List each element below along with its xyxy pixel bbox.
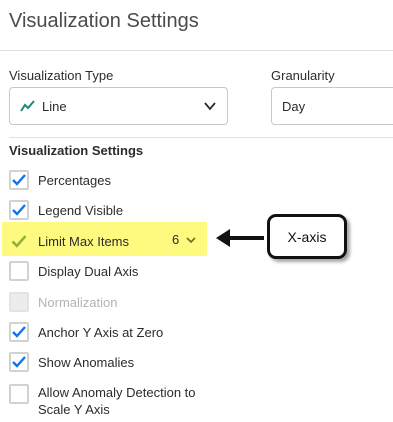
limit-max-items-label: Limit Max Items bbox=[38, 233, 130, 249]
allow-anomaly-option[interactable]: Allow Anomaly Detection to Scale Y Axis bbox=[9, 384, 196, 418]
normalization-option: Normalization bbox=[9, 292, 117, 312]
allow-anomaly-label-line2: Scale Y Axis bbox=[38, 402, 110, 417]
display-dual-axis-option[interactable]: Display Dual Axis bbox=[9, 261, 138, 281]
checkmark-icon bbox=[12, 174, 26, 186]
section-divider bbox=[9, 137, 393, 138]
checkmark-icon bbox=[11, 234, 27, 248]
show-anomalies-label: Show Anomalies bbox=[38, 354, 135, 370]
percentages-checkbox[interactable] bbox=[9, 170, 29, 190]
allow-anomaly-label-line1: Allow Anomaly Detection to bbox=[38, 385, 196, 400]
anchor-y-axis-checkbox[interactable] bbox=[9, 322, 29, 342]
chevron-down-icon bbox=[186, 236, 196, 243]
visualization-type-label: Visualization Type bbox=[9, 68, 114, 83]
chevron-down-icon bbox=[204, 102, 216, 111]
limit-max-items-option[interactable]: Limit Max Items bbox=[9, 231, 129, 251]
max-items-stepper[interactable]: 6 bbox=[172, 232, 197, 247]
show-anomalies-option[interactable]: Show Anomalies bbox=[9, 352, 134, 372]
checkmark-icon bbox=[12, 326, 26, 338]
title-divider bbox=[0, 50, 393, 51]
display-dual-axis-checkbox[interactable] bbox=[9, 261, 29, 281]
percentages-option[interactable]: Percentages bbox=[9, 170, 111, 190]
anchor-y-axis-label: Anchor Y Axis at Zero bbox=[38, 324, 164, 340]
max-items-value: 6 bbox=[172, 232, 180, 247]
allow-anomaly-checkbox[interactable] bbox=[9, 384, 29, 404]
checkmark-icon bbox=[12, 356, 26, 368]
allow-anomaly-label: Allow Anomaly Detection to Scale Y Axis bbox=[38, 384, 196, 418]
anchor-y-axis-option[interactable]: Anchor Y Axis at Zero bbox=[9, 322, 163, 342]
granularity-value: Day bbox=[282, 98, 306, 114]
normalization-label: Normalization bbox=[38, 294, 118, 310]
display-dual-axis-label: Display Dual Axis bbox=[38, 263, 139, 279]
annotation-arrow-icon bbox=[216, 229, 264, 247]
visualization-type-value: Line bbox=[42, 98, 67, 114]
granularity-select[interactable]: Day bbox=[271, 87, 393, 125]
percentages-label: Percentages bbox=[38, 172, 111, 188]
normalization-checkbox bbox=[9, 292, 29, 312]
annotation-callout: X-axis bbox=[267, 214, 347, 259]
legend-visible-option[interactable]: Legend Visible bbox=[9, 200, 123, 220]
page-title: Visualization Settings bbox=[9, 10, 199, 32]
legend-visible-label: Legend Visible bbox=[38, 202, 124, 218]
settings-heading: Visualization Settings bbox=[9, 143, 144, 158]
checkmark-icon bbox=[12, 204, 26, 216]
show-anomalies-checkbox[interactable] bbox=[9, 352, 29, 372]
legend-visible-checkbox[interactable] bbox=[9, 200, 29, 220]
line-chart-icon bbox=[20, 100, 35, 112]
visualization-type-select[interactable]: Line bbox=[9, 87, 228, 125]
limit-max-items-checkbox[interactable] bbox=[9, 231, 29, 251]
granularity-label: Granularity bbox=[271, 68, 335, 83]
